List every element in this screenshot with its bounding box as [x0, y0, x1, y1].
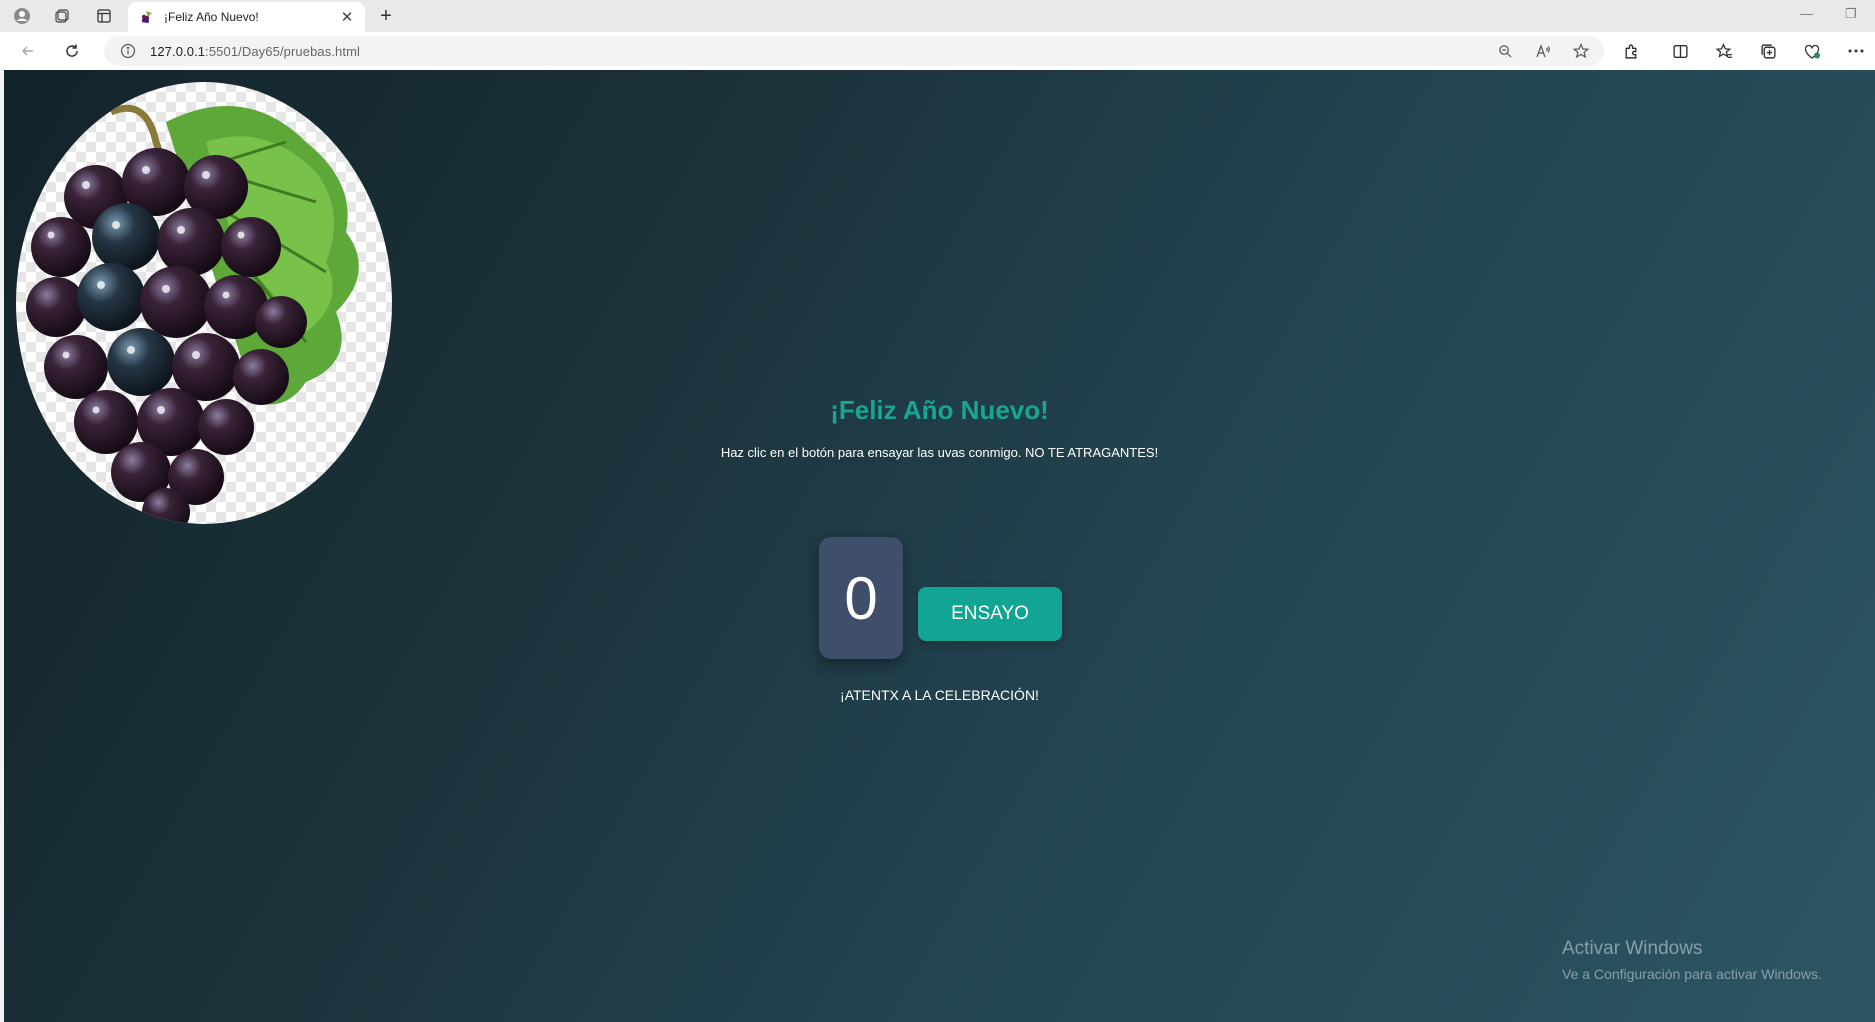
- maximize-icon[interactable]: ❐: [1845, 6, 1857, 22]
- address-bar[interactable]: 127.0.0.1:5501/Day65/pruebas.html: [104, 36, 1604, 66]
- new-tab-icon[interactable]: +: [374, 4, 398, 28]
- profile-icon[interactable]: [8, 4, 36, 28]
- page-title: ¡Feliz Año Nuevo!: [830, 395, 1049, 425]
- read-aloud-icon[interactable]: [1532, 40, 1554, 62]
- collections-icon[interactable]: [1754, 40, 1782, 62]
- minimize-icon[interactable]: —: [1800, 6, 1813, 21]
- tab-active[interactable]: ¡Feliz Año Nuevo! ✕: [128, 2, 365, 32]
- favorite-star-icon[interactable]: [1570, 40, 1592, 62]
- tab-close-icon[interactable]: ✕: [339, 8, 355, 26]
- page-viewport: ¡Feliz Año Nuevo! Haz clic en el botón p…: [4, 70, 1875, 1022]
- watermark-title: Activar Windows: [1562, 938, 1703, 959]
- favorites-icon[interactable]: [1710, 40, 1738, 62]
- tab-strip: ¡Feliz Año Nuevo! ✕ + — ❐: [0, 0, 1875, 32]
- ensayo-button[interactable]: ENSAYO: [918, 587, 1062, 641]
- back-icon[interactable]: [14, 39, 42, 63]
- grape-favicon-icon: [138, 9, 154, 25]
- watermark-subtitle: Ve a Configuración para activar Windows.: [1562, 966, 1822, 982]
- url-path: :5501/Day65/pruebas.html: [205, 43, 361, 59]
- url-host: 127.0.0.1: [150, 43, 206, 59]
- grape-counter: 0: [819, 537, 903, 659]
- zoom-out-icon[interactable]: [1494, 40, 1516, 62]
- windows-activation-watermark: Activar Windows Ve a Configuración para …: [1562, 938, 1822, 982]
- celebration-message: ¡ATENTX A LA CELEBRACIÓN!: [840, 687, 1039, 703]
- browser-toolbar: 127.0.0.1:5501/Day65/pruebas.html: [0, 32, 1875, 70]
- more-options-icon[interactable]: [1842, 40, 1870, 62]
- browser-essentials-icon[interactable]: [1798, 40, 1826, 62]
- instruction-text: Haz clic en el botón para ensayar las uv…: [720, 445, 1159, 460]
- tab-actions-icon[interactable]: [90, 4, 118, 28]
- extensions-icon[interactable]: [1617, 40, 1645, 62]
- url-text[interactable]: 127.0.0.1:5501/Day65/pruebas.html: [150, 44, 1478, 59]
- site-info-icon[interactable]: [120, 43, 136, 59]
- split-screen-icon[interactable]: [1666, 40, 1694, 62]
- workspaces-icon[interactable]: [48, 4, 76, 28]
- reload-icon[interactable]: [58, 39, 86, 63]
- tab-title: ¡Feliz Año Nuevo!: [164, 10, 259, 24]
